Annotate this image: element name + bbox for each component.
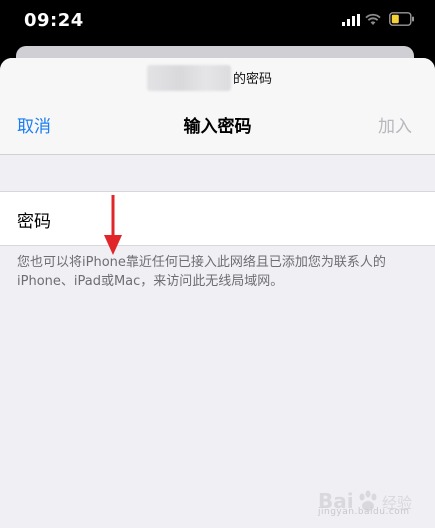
battery-level [391, 14, 399, 24]
password-sheet: 的密码 取消 输入密码 加入 密码 您也可以将iPhone靠近任何已接入此网络且… [0, 58, 435, 528]
page-title: 输入密码 [183, 117, 252, 137]
status-bar: 09:24 [0, 0, 435, 46]
watermark-url: jingyan.baidu.com [318, 507, 410, 517]
password-label: 密码 [17, 212, 51, 232]
battery-icon [389, 12, 414, 26]
wifi-icon [365, 13, 381, 25]
sheet-subtitle: 的密码 [233, 72, 273, 87]
annotation-arrow-icon [104, 195, 122, 255]
status-time: 09:24 [24, 10, 84, 31]
baidu-logo-icon: Bai 经验 [318, 489, 412, 513]
hint-text: 您也可以将iPhone靠近任何已接入此网络且已添加您为联系人的iPhone、iP… [17, 255, 386, 289]
network-name-blurred [147, 65, 231, 91]
signal-icon [342, 14, 360, 26]
password-row[interactable]: 密码 [0, 191, 435, 246]
sheet-header: 的密码 取消 输入密码 加入 [0, 58, 435, 155]
password-input[interactable] [90, 200, 424, 238]
join-button[interactable]: 加入 [378, 112, 412, 137]
phone-screen: 09:24 的密码 取消 输入密码 加入 密码 您也可以将iPhone靠近任何已… [0, 0, 435, 528]
cancel-button[interactable]: 取消 [17, 112, 51, 137]
